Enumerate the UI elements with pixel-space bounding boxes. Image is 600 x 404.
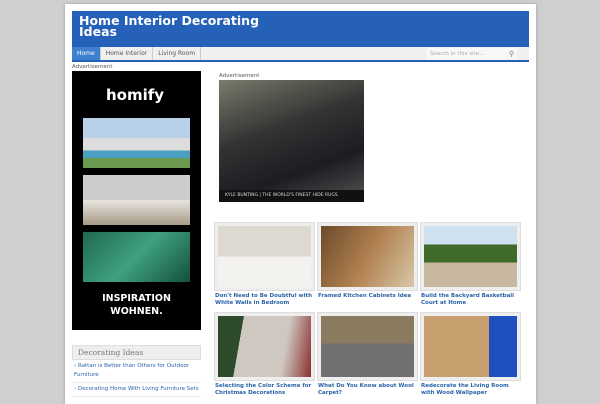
search-placeholder: Search in this site...: [430, 51, 485, 57]
ad-image-bedroom: [83, 175, 190, 225]
post-title[interactable]: What Do You Know about Wool Carpet?: [318, 383, 417, 396]
post-card[interactable]: Don't Need to Be Doubtful with White Wal…: [214, 222, 315, 306]
ad-tagline-1: INSPIRATION: [102, 293, 171, 304]
post-card[interactable]: Framed Kitchen Cabinets Idea: [317, 222, 418, 300]
post-thumbnail[interactable]: [317, 312, 418, 381]
ad-caption: KYLE BUNTING | THE WORLD'S FINEST HIDE R…: [219, 190, 364, 202]
left-advertisement[interactable]: homify INSPIRATION WOHNEN.: [72, 71, 201, 330]
widget-link[interactable]: › Rattan is Better than Others for Outdo…: [72, 360, 201, 383]
post-thumbnail[interactable]: [420, 312, 521, 381]
post-card[interactable]: Selecting the Color Scheme for Christmas…: [214, 312, 315, 396]
post-thumbnail[interactable]: [214, 312, 315, 381]
search-input[interactable]: Search in this site... ⚲: [427, 48, 517, 60]
sidebar-widget: Decorating Ideas › Rattan is Better than…: [72, 345, 201, 397]
post-thumbnail[interactable]: [420, 222, 521, 291]
nav-living-room[interactable]: Living Room: [153, 47, 202, 60]
widget-link-text[interactable]: Rattan is Better than Others for Outdoor…: [74, 363, 189, 378]
post-thumbnail[interactable]: [214, 222, 315, 291]
nav-home[interactable]: Home: [72, 47, 101, 60]
post-card[interactable]: Build the Backyard Basketball Court at H…: [420, 222, 521, 306]
page: Home Interior Decorating Ideas Home Home…: [65, 4, 536, 404]
right-advertisement[interactable]: KYLE BUNTING | THE WORLD'S FINEST HIDE R…: [219, 80, 364, 202]
site-title[interactable]: Home Interior Decorating Ideas: [79, 14, 279, 38]
nav-home-interior[interactable]: Home Interior: [101, 47, 154, 60]
search-icon[interactable]: ⚲: [509, 48, 514, 60]
post-title[interactable]: Don't Need to Be Doubtful with White Wal…: [215, 293, 314, 306]
post-thumbnail[interactable]: [317, 222, 418, 291]
post-title[interactable]: Build the Backyard Basketball Court at H…: [421, 293, 520, 306]
ad-label-right: Advertisement: [219, 73, 260, 79]
site-header: Home Interior Decorating Ideas: [72, 11, 529, 47]
ad-logo: homify: [106, 86, 165, 104]
ad-image-bathroom: [83, 232, 190, 282]
ad-tagline-2: WOHNEN.: [110, 306, 163, 317]
post-card[interactable]: Redecorate the Living Room with Wood Wal…: [420, 312, 521, 396]
post-title[interactable]: Selecting the Color Scheme for Christmas…: [215, 383, 314, 396]
widget-title: Decorating Ideas: [72, 345, 201, 360]
post-title[interactable]: Framed Kitchen Cabinets Idea: [318, 293, 417, 300]
post-title[interactable]: Redecorate the Living Room with Wood Wal…: [421, 383, 520, 396]
main-nav: Home Home Interior Living Room Search in…: [72, 47, 529, 62]
post-card[interactable]: What Do You Know about Wool Carpet?: [317, 312, 418, 396]
ad-label: Advertisement: [72, 64, 113, 70]
widget-link[interactable]: › Decorating Home With Living Furniture …: [72, 383, 201, 397]
widget-link-text[interactable]: Decorating Home With Living Furniture Se…: [78, 386, 199, 392]
ad-image-house: [83, 118, 190, 168]
